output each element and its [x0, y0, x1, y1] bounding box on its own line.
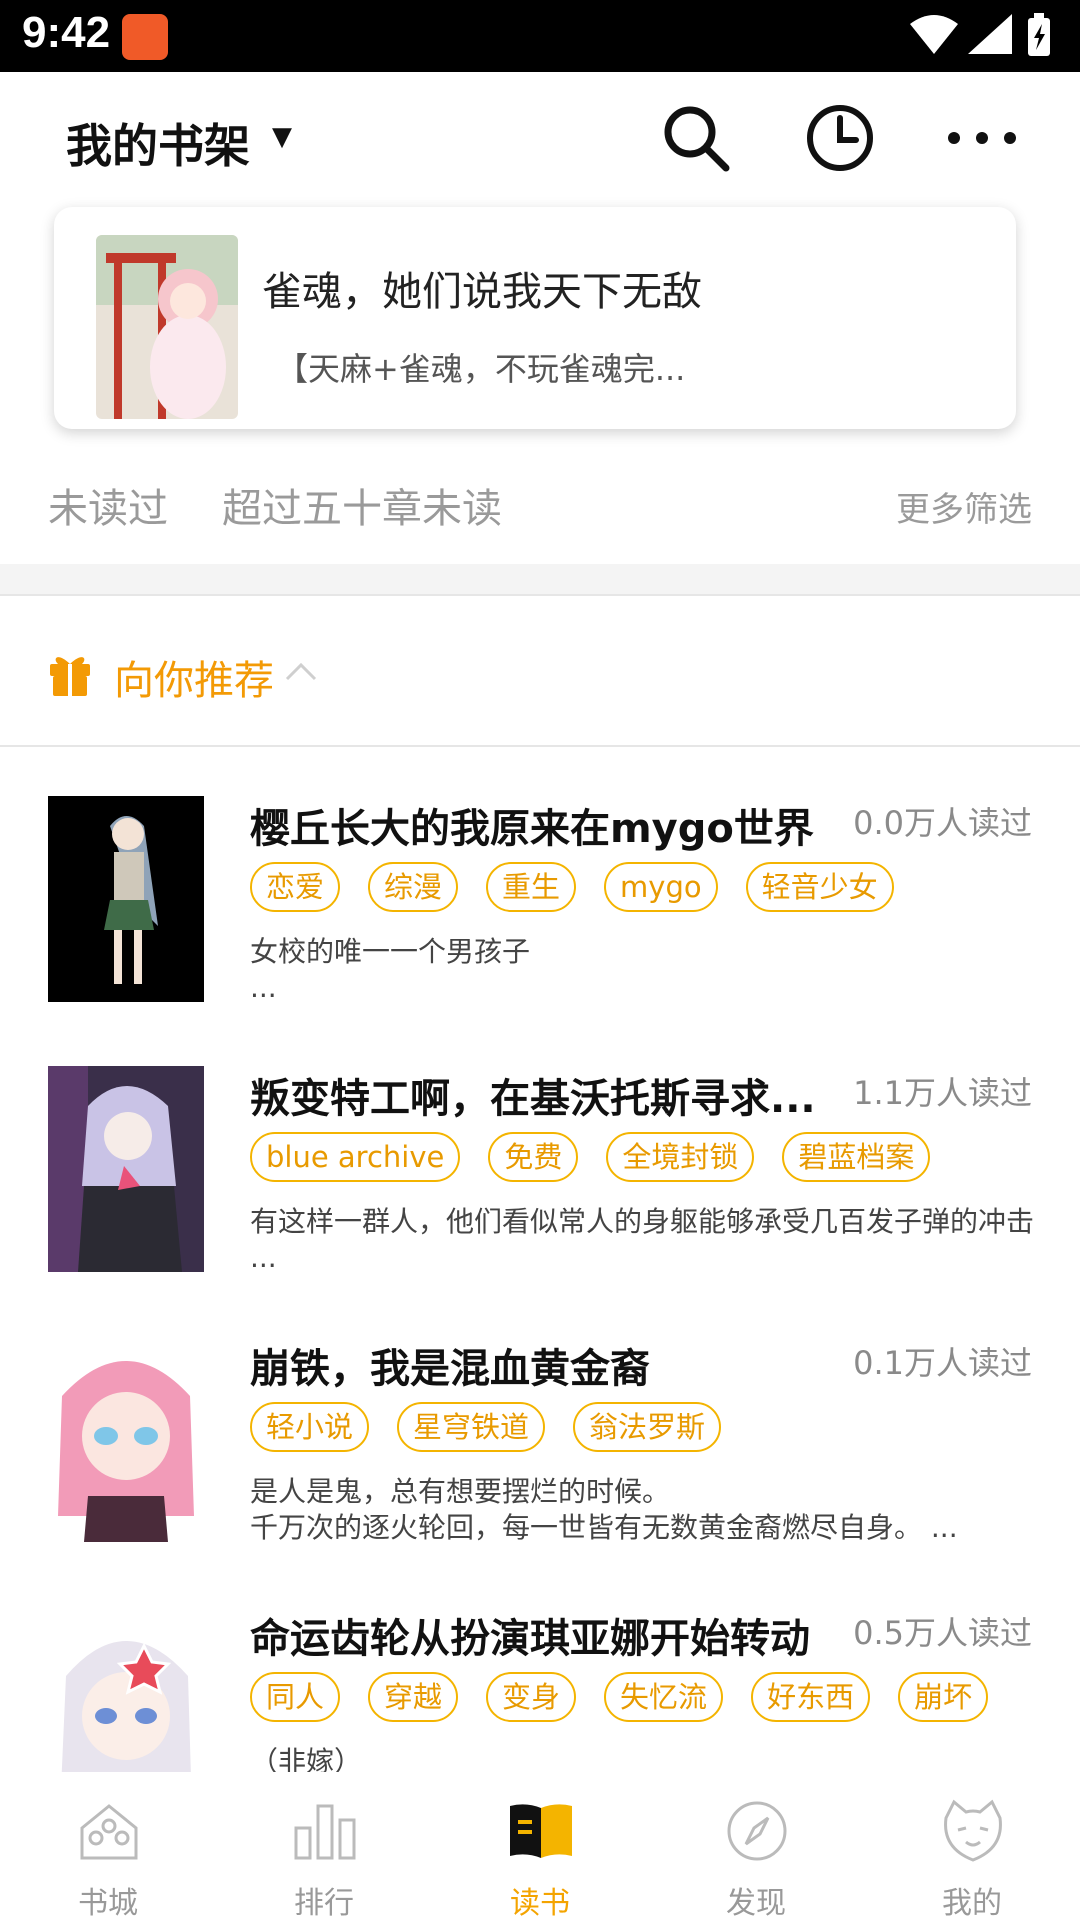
nav-bookstore[interactable]: 书城	[0, 1776, 216, 1921]
filter-unread[interactable]: 未读过	[48, 476, 168, 534]
nav-label: 读书	[510, 1886, 570, 1921]
tag[interactable]: 好东西	[751, 1672, 871, 1722]
section-divider	[0, 564, 1080, 596]
tag[interactable]: blue archive	[250, 1132, 461, 1182]
nav-label: 排行	[294, 1886, 354, 1921]
cat-face-icon	[944, 1799, 1002, 1862]
book-title: 命运齿轮从扮演琪亚娜开始转动	[250, 1616, 810, 1662]
book-cover-image	[96, 235, 238, 419]
book-thumbnail	[48, 1336, 204, 1542]
status-time: 9:42	[22, 8, 111, 57]
more-filters-button[interactable]: 更多筛选	[896, 482, 1032, 531]
nav-ranking[interactable]: 排行	[216, 1776, 432, 1921]
list-item[interactable]: 命运齿轮从扮演琪亚娜开始转动 0.5万人读过 同人 穿越 变身 失忆流 好东西 …	[0, 1606, 1080, 1772]
tag[interactable]: 失忆流	[604, 1672, 724, 1722]
status-bar: 9:42	[0, 0, 1080, 72]
tag-list: 同人 穿越 变身 失忆流 好东西 崩坏	[250, 1672, 989, 1724]
filter-row: 未读过 超过五十章未读 更多筛选	[0, 470, 1080, 540]
compass-icon	[727, 1801, 787, 1861]
tag[interactable]: 全境封锁	[606, 1132, 755, 1182]
tag[interactable]: 综漫	[368, 862, 459, 912]
book-description: 有这样一群人，他们看似常人的身躯能够承受几百发子弹的冲击 ...	[250, 1205, 1035, 1274]
bookstore-icon	[80, 1804, 138, 1860]
nav-discover[interactable]: 发现	[648, 1776, 864, 1921]
signal-icon	[968, 14, 1012, 54]
continue-book-title: 雀魂，她们说我天下无敌	[262, 269, 702, 315]
book-description: 女校的唯一一个男孩子 ...	[250, 935, 531, 1004]
list-divider	[0, 745, 1080, 747]
history-clock-icon[interactable]	[802, 100, 878, 176]
filter-over-fifty-unread[interactable]: 超过五十章未读	[222, 476, 502, 534]
tag[interactable]: mygo	[604, 862, 718, 912]
tag[interactable]: 星穹铁道	[397, 1402, 546, 1452]
tag[interactable]: 同人	[250, 1672, 341, 1722]
tag[interactable]: 崩坏	[898, 1672, 989, 1722]
system-status-icons	[910, 13, 1050, 56]
tag[interactable]: 穿越	[368, 1672, 459, 1722]
tag-list: 恋爱 综漫 重生 mygo 轻音少女	[250, 862, 894, 914]
nav-label: 书城	[78, 1886, 138, 1921]
continue-book-desc: 【天麻+雀魂，不玩雀魂完...	[276, 350, 686, 388]
tag-list: 轻小说 星穹铁道 翁法罗斯	[250, 1402, 722, 1454]
tag[interactable]: 轻小说	[250, 1402, 370, 1452]
tag[interactable]: 碧蓝档案	[782, 1132, 931, 1182]
reading-icon	[510, 1804, 572, 1858]
book-title: 叛变特工啊，在基沃托斯寻求...	[250, 1076, 816, 1122]
book-title: 崩铁，我是混血黄金裔	[250, 1346, 650, 1392]
tag-list: blue archive 免费 全境封锁 碧蓝档案	[250, 1132, 931, 1184]
bottom-nav: 书城 排行 读书 发现 我的	[0, 1776, 1080, 1921]
tag[interactable]: 重生	[486, 862, 577, 912]
dropdown-caret-icon[interactable]: ▼	[272, 122, 292, 152]
book-thumbnail	[48, 796, 204, 1002]
tag[interactable]: 轻音少女	[745, 862, 894, 912]
book-description: 是人是鬼，总有想要摆烂的时候。 千万次的逐火轮回，每一世皆有无数黄金裔燃尽自身。…	[250, 1475, 958, 1544]
tag[interactable]: 恋爱	[250, 862, 341, 912]
recommend-label: 向你推荐	[114, 658, 274, 704]
recommend-header[interactable]: 向你推荐	[0, 640, 1080, 740]
list-item[interactable]: 叛变特工啊，在基沃托斯寻求... 1.1万人读过 blue archive 免费…	[0, 1066, 1080, 1296]
list-item[interactable]: 崩铁，我是混血黄金裔 0.1万人读过 轻小说 星穹铁道 翁法罗斯 是人是鬼，总有…	[0, 1336, 1080, 1566]
wifi-icon	[910, 15, 958, 54]
app-bar: 我的书架 ▼	[0, 72, 1080, 202]
more-options-icon[interactable]	[944, 100, 1020, 176]
read-count: 0.5万人读过	[853, 1614, 1032, 1652]
nav-reading[interactable]: 读书	[432, 1776, 648, 1921]
nav-label: 发现	[726, 1886, 786, 1921]
read-count: 0.0万人读过	[853, 804, 1032, 842]
tag[interactable]: 免费	[488, 1132, 579, 1182]
read-count: 0.1万人读过	[853, 1344, 1032, 1382]
book-title: 樱丘长大的我原来在mygo世界	[250, 806, 814, 852]
continue-reading-card[interactable]: 雀魂，她们说我天下无敌 【天麻+雀魂，不玩雀魂完...	[54, 207, 1016, 429]
read-count: 1.1万人读过	[853, 1074, 1032, 1112]
chevron-up-icon[interactable]	[284, 660, 318, 682]
book-description: （非嫁）	[250, 1745, 363, 1772]
tag[interactable]: 变身	[486, 1672, 577, 1722]
ranking-icon	[294, 1804, 356, 1860]
nav-label: 我的	[942, 1886, 1002, 1921]
tag[interactable]: 翁法罗斯	[573, 1402, 722, 1452]
search-icon[interactable]	[658, 100, 734, 176]
list-item[interactable]: 樱丘长大的我原来在mygo世界 0.0万人读过 恋爱 综漫 重生 mygo 轻音…	[0, 796, 1080, 1026]
gift-icon	[50, 657, 90, 696]
page-title[interactable]: 我的书架	[66, 110, 250, 176]
nav-mine[interactable]: 我的	[864, 1776, 1080, 1921]
book-thumbnail	[48, 1066, 204, 1272]
app-notification-icon	[122, 14, 168, 60]
book-thumbnail	[48, 1606, 204, 1772]
